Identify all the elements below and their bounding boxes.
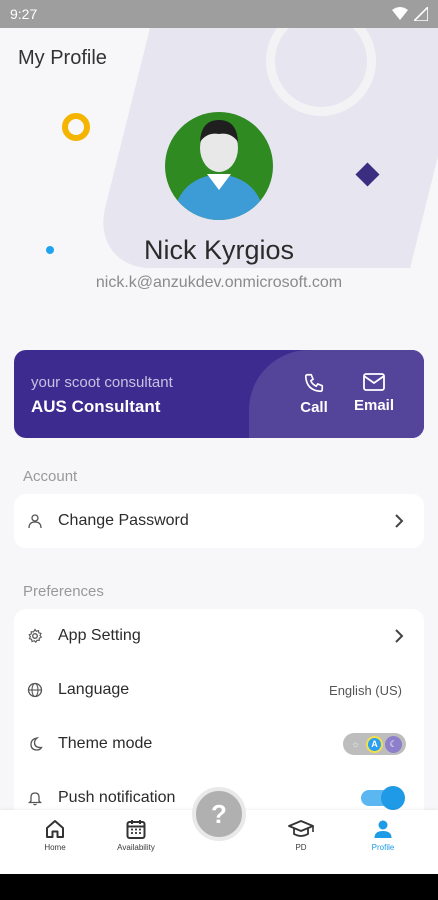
consultant-name: AUS Consultant: [31, 397, 161, 416]
status-icons: [392, 7, 428, 21]
preferences-section-title: Preferences: [23, 583, 104, 600]
status-time: 9:27: [10, 6, 38, 22]
theme-mode-row: Theme mode ☼ A ☾: [14, 717, 424, 771]
nav-item-pd[interactable]: PD: [261, 818, 341, 852]
account-section-title: Account: [23, 468, 78, 485]
wifi-icon: [392, 7, 408, 20]
chevron-right-icon: [395, 629, 404, 643]
gear-icon: [28, 628, 43, 644]
theme-mode-label: Theme mode: [58, 735, 153, 752]
email-label: Email: [353, 397, 395, 414]
calendar-icon: [126, 820, 146, 839]
graduation-cap-icon: [288, 820, 314, 837]
email-button[interactable]: Email: [348, 372, 400, 414]
globe-icon: [27, 682, 43, 698]
phone-icon: [304, 373, 324, 393]
app-setting-label: App Setting: [58, 627, 141, 644]
avatar-person-icon: [173, 120, 265, 220]
language-row[interactable]: Language English (US): [14, 663, 424, 717]
decorative-ring: [62, 113, 90, 141]
consultant-subtitle: your scoot consultant: [31, 374, 173, 391]
nav-label-pd: PD: [295, 843, 307, 852]
bell-icon: [27, 792, 43, 806]
change-password-row[interactable]: Change Password: [14, 494, 424, 548]
nav-item-availability[interactable]: Availability: [96, 818, 176, 852]
language-label: Language: [58, 681, 130, 698]
language-value: English (US): [329, 682, 402, 698]
change-password-label: Change Password: [58, 512, 189, 529]
sun-icon[interactable]: ☼: [347, 736, 364, 753]
mail-icon: [363, 373, 385, 391]
page-title: My Profile: [18, 47, 107, 69]
home-icon: [46, 820, 64, 838]
moon-icon: [30, 736, 43, 751]
consultant-card: your scoot consultant AUS Consultant Cal…: [14, 350, 424, 438]
auto-theme-icon[interactable]: A: [366, 735, 383, 753]
status-bar: 9:27: [0, 0, 438, 28]
switch-knob[interactable]: [381, 786, 405, 810]
call-label: Call: [300, 399, 328, 416]
nav-label-home: Home: [44, 843, 66, 852]
system-navigation-bar: [0, 874, 438, 900]
nav-label-availability: Availability: [117, 843, 155, 852]
signal-icon: [414, 7, 428, 21]
nav-item-profile[interactable]: Profile: [343, 818, 423, 852]
push-notification-label: Push notification: [58, 789, 176, 806]
person-icon: [28, 514, 42, 529]
call-button[interactable]: Call: [288, 372, 340, 416]
nav-label-profile: Profile: [371, 843, 395, 852]
person-icon: [374, 820, 392, 838]
app-setting-row[interactable]: App Setting: [14, 609, 424, 663]
theme-mode-toggle[interactable]: ☼ A ☾: [343, 733, 406, 755]
profile-name: Nick Kyrgios: [143, 235, 295, 265]
profile-email: nick.k@anzukdev.onmicrosoft.com: [95, 274, 343, 291]
nav-item-home[interactable]: Home: [15, 818, 95, 852]
help-button[interactable]: ?: [192, 787, 246, 841]
account-card: Change Password: [14, 494, 424, 548]
dark-moon-icon[interactable]: ☾: [385, 735, 402, 753]
chevron-right-icon: [395, 514, 404, 528]
push-notification-switch[interactable]: [361, 786, 405, 810]
avatar: [165, 112, 273, 220]
